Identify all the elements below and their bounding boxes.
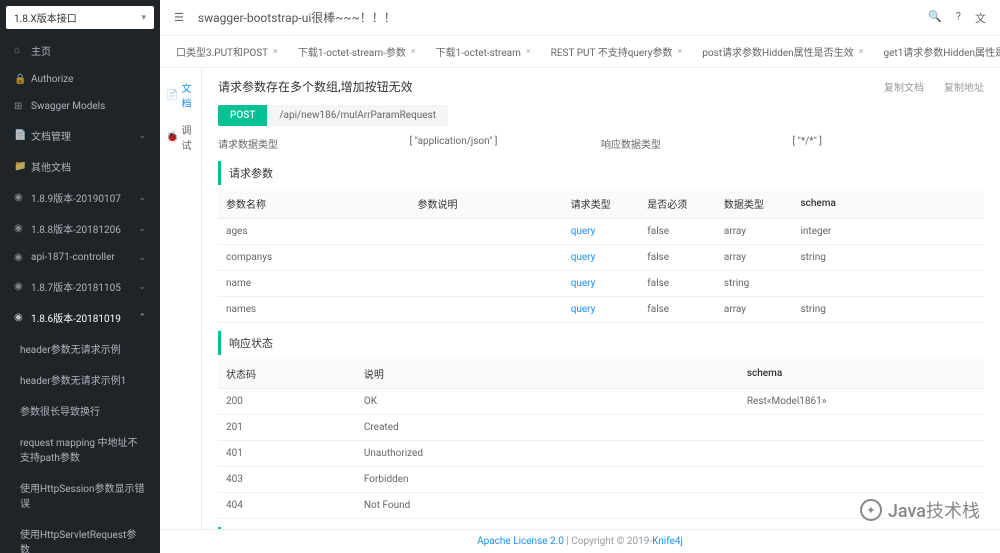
- lock-icon: 🔒: [14, 74, 25, 85]
- sidebar-sub-6[interactable]: 使用HttpServletRequest参数: [0, 518, 160, 553]
- res-type-label: 响应数据类型: [601, 140, 661, 151]
- api-icon: ◉: [14, 252, 25, 263]
- chevron-down-icon: ⌄: [138, 282, 146, 292]
- tabs: 口类型3.PUT和POST× 下载1-octet-stream-参数× 下载1-…: [160, 36, 1000, 68]
- version-text: 1.8.X版本接口: [14, 10, 77, 25]
- doc-tab[interactable]: 📄文档: [160, 76, 201, 114]
- watermark: ✦ Java技术栈: [860, 497, 980, 523]
- bug-icon: 🐞: [166, 132, 178, 143]
- sidebar-item-v187[interactable]: ◉1.8.7版本-20181105⌄: [0, 271, 160, 302]
- app-title: swagger-bootstrap-ui很棒~~~！！！: [198, 9, 396, 26]
- req-type-value: [ "application/json" ]: [410, 136, 498, 147]
- chevron-down-icon: ⌄: [138, 131, 146, 141]
- body: 📄文档 🐞调试 请求参数存在多个数组,增加按钮无效 复制文档 复制地址 POST…: [160, 68, 1000, 529]
- sidebar-item-authorize[interactable]: 🔒Authorize: [0, 66, 160, 93]
- copy-url-link[interactable]: 复制地址: [944, 79, 984, 94]
- sidebar-sub-5[interactable]: 使用HttpSession参数显示错误: [0, 472, 160, 518]
- version-selector[interactable]: 1.8.X版本接口 ▾: [6, 6, 154, 29]
- api-icon: ◉: [14, 312, 25, 323]
- req-params-table: 参数名称 参数说明 请求类型 是否必须 数据类型 schema agesquer…: [218, 189, 984, 323]
- api-icon: ◉: [14, 223, 25, 234]
- search-icon[interactable]: 🔍: [928, 10, 942, 26]
- sidebar-menu: ⌂主页 🔒Authorize ⊞Swagger Models 📄文档管理⌄ 📁其…: [0, 35, 160, 553]
- sidebar-sub-4[interactable]: request mapping 中地址不支持path参数: [0, 426, 160, 472]
- table-row: companysqueryfalsearraystring: [218, 245, 984, 271]
- section-req-params: 请求参数: [218, 161, 984, 185]
- sidebar-item-v189[interactable]: ◉1.8.9版本-20190107⌄: [0, 182, 160, 213]
- sidebar-item-docmgr[interactable]: 📄文档管理⌄: [0, 120, 160, 151]
- close-icon[interactable]: ×: [677, 47, 682, 57]
- table-row: 401Unauthorized: [218, 441, 984, 467]
- menu-toggle-icon[interactable]: ☰: [174, 11, 184, 24]
- tab-3[interactable]: REST PUT 不支持query参数×: [541, 36, 693, 67]
- chevron-down-icon: ▾: [141, 13, 146, 23]
- sidebar-item-api1871[interactable]: ◉api-1871-controller⌄: [0, 244, 160, 271]
- models-icon: ⊞: [14, 101, 25, 112]
- sidebar-sub-1[interactable]: header参数无请求示例: [0, 333, 160, 364]
- chevron-down-icon: ⌄: [138, 253, 146, 263]
- footer: Apache License 2.0 | Copyright © 2019-Kn…: [160, 529, 1000, 553]
- api-line: POST /api/new186/mulArrParamRequest: [218, 105, 984, 126]
- sidebar-sub-3[interactable]: 参数很长导致换行: [0, 395, 160, 426]
- license-link[interactable]: Apache License 2.0: [477, 536, 564, 547]
- header: ☰ swagger-bootstrap-ui很棒~~~！！！ 🔍 ? 文: [160, 0, 1000, 36]
- home-icon: ⌂: [14, 45, 25, 56]
- method-badge: POST: [218, 105, 267, 126]
- tab-5[interactable]: get1请求参数Hidden属性是否生效×: [874, 36, 1000, 67]
- section-res-status: 响应状态: [218, 331, 984, 355]
- table-row: 200OKRest«Model1861»: [218, 389, 984, 415]
- chevron-down-icon: ⌄: [138, 193, 146, 203]
- lang-icon[interactable]: 文: [975, 10, 986, 26]
- wechat-icon: ✦: [860, 499, 882, 521]
- close-icon[interactable]: ×: [859, 47, 864, 57]
- content: 请求参数存在多个数组,增加按钮无效 复制文档 复制地址 POST /api/ne…: [202, 68, 1000, 529]
- table-row: namesqueryfalsearraystring: [218, 297, 984, 323]
- table-row: agesqueryfalsearrayinteger: [218, 219, 984, 245]
- api-icon: ◉: [14, 192, 25, 203]
- tab-0[interactable]: 口类型3.PUT和POST×: [166, 36, 288, 67]
- tab-4[interactable]: post请求参数Hidden属性是否生效×: [692, 36, 873, 67]
- sidebar-item-models[interactable]: ⊞Swagger Models: [0, 93, 160, 120]
- folder-icon: 📁: [14, 161, 25, 172]
- project-link[interactable]: Knife4j: [652, 536, 683, 547]
- status-table: 状态码 说明 schema 200OKRest«Model1861»201Cre…: [218, 359, 984, 519]
- res-type-value: [ "*/*" ]: [793, 136, 822, 147]
- sidebar-item-v186[interactable]: ◉1.8.6版本-20181019⌃: [0, 302, 160, 333]
- main: ☰ swagger-bootstrap-ui很棒~~~！！！ 🔍 ? 文 口类型…: [160, 0, 1000, 553]
- table-row: namequeryfalsestring: [218, 271, 984, 297]
- api-icon: ◉: [14, 281, 25, 292]
- close-icon[interactable]: ×: [273, 47, 278, 57]
- debug-tab[interactable]: 🐞调试: [160, 118, 201, 156]
- chevron-down-icon: ⌄: [138, 224, 146, 234]
- api-url: /api/new186/mulArrParamRequest: [267, 105, 448, 126]
- sidebar: 1.8.X版本接口 ▾ ⌂主页 🔒Authorize ⊞Swagger Mode…: [0, 0, 160, 553]
- left-tabs: 📄文档 🐞调试: [160, 68, 202, 529]
- close-icon[interactable]: ×: [526, 47, 531, 57]
- help-icon[interactable]: ?: [956, 10, 961, 26]
- close-icon[interactable]: ×: [411, 47, 416, 57]
- sidebar-item-v188[interactable]: ◉1.8.8版本-20181206⌄: [0, 213, 160, 244]
- copy-doc-link[interactable]: 复制文档: [884, 79, 924, 94]
- table-row: 201Created: [218, 415, 984, 441]
- api-title: 请求参数存在多个数组,增加按钮无效: [218, 78, 413, 95]
- doc-icon: 📄: [14, 130, 25, 141]
- sidebar-item-otherdoc[interactable]: 📁其他文档: [0, 151, 160, 182]
- table-row: 403Forbidden: [218, 467, 984, 493]
- doc-icon: 📄: [166, 90, 178, 101]
- tab-1[interactable]: 下载1-octet-stream-参数×: [288, 36, 426, 67]
- sidebar-item-home[interactable]: ⌂主页: [0, 35, 160, 66]
- sidebar-sub-2[interactable]: header参数无请求示例1: [0, 364, 160, 395]
- req-type-label: 请求数据类型: [218, 140, 278, 151]
- tab-2[interactable]: 下载1-octet-stream×: [426, 36, 541, 67]
- chevron-up-icon: ⌃: [138, 313, 146, 323]
